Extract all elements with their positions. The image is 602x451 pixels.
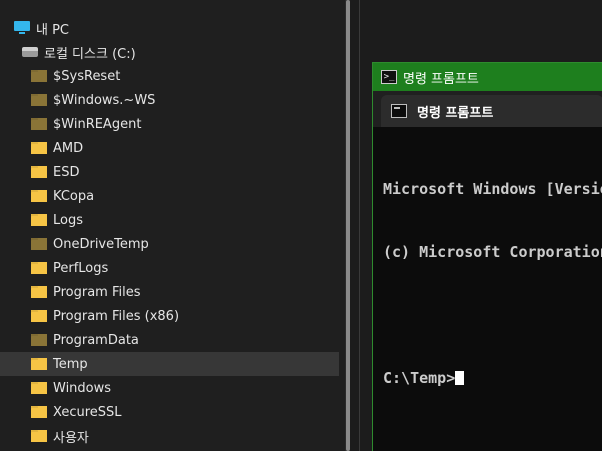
tree-item-folder[interactable]: Logs — [0, 208, 339, 232]
pane-divider — [359, 0, 360, 451]
tree-item-label: 내 PC — [36, 22, 70, 38]
tree-item-label: 로컬 디스크 (C:) — [44, 46, 136, 62]
computer-icon — [14, 21, 30, 35]
folder-icon — [31, 94, 47, 106]
terminal-line: Microsoft Windows [Version — [383, 180, 602, 198]
folder-icon — [31, 358, 47, 370]
tree-item-label: ProgramData — [53, 332, 139, 348]
folder-icon — [31, 142, 47, 154]
terminal-line: (c) Microsoft Corporation — [383, 243, 602, 261]
tree-item-folder[interactable]: OneDriveTemp — [0, 232, 339, 256]
terminal-output[interactable]: Microsoft Windows [Version (c) Microsoft… — [383, 137, 602, 447]
folder-icon — [31, 118, 47, 130]
folder-icon — [31, 190, 47, 202]
tree-item-label: ESD — [53, 164, 80, 180]
tree-item-label: PerfLogs — [53, 260, 109, 276]
tree-item-folder[interactable]: XecureSSL — [0, 400, 339, 424]
window-title-bar[interactable]: >_ 명령 프롬프트 — [373, 63, 602, 91]
tree-item-label: AMD — [53, 140, 84, 156]
window-title: 명령 프롬프트 — [403, 71, 479, 87]
tree-item-folder[interactable]: Program Files — [0, 280, 339, 304]
folder-icon — [31, 238, 47, 250]
command-prompt-window[interactable]: >_ 명령 프롬프트 명령 프롬프트 Microsoft Windows [Ve… — [372, 62, 602, 451]
tab-command-prompt[interactable]: 명령 프롬프트 — [381, 95, 602, 127]
folder-icon — [31, 286, 47, 298]
folder-icon — [31, 70, 47, 82]
tab-strip: 명령 프롬프트 — [373, 91, 602, 127]
navigation-pane: 내 PC 로컬 디스크 (C:) $SysReset $Windows.~WS $W… — [0, 0, 346, 451]
folder-icon — [31, 166, 47, 178]
tree-item-folder[interactable]: Windows — [0, 376, 339, 400]
tree-item-label: Windows — [53, 380, 112, 396]
folder-icon — [31, 406, 47, 418]
tree-item-folder[interactable]: KCopa — [0, 184, 339, 208]
tree-item-label: $Windows.~WS — [53, 92, 156, 108]
tree-item-label: 사용자 — [53, 430, 89, 446]
tree-item-label: OneDriveTemp — [53, 236, 149, 252]
folder-icon — [31, 214, 47, 226]
tree-item-label: Logs — [53, 212, 83, 228]
tree-item-label: XecureSSL — [53, 404, 122, 420]
tree-item-folder[interactable]: AMD — [0, 136, 339, 160]
terminal-app-icon: >_ — [381, 70, 397, 84]
desktop-area — [360, 0, 602, 60]
tree-item-label: Program Files — [53, 284, 141, 300]
tree-item-label: $WinREAgent — [53, 116, 142, 132]
folder-icon — [31, 430, 47, 442]
tree-item-folder[interactable]: $SysReset — [0, 64, 339, 88]
tree-item-folder[interactable]: Temp — [0, 352, 339, 376]
terminal-prompt: C:\Temp> — [383, 369, 456, 387]
tree-item-folder[interactable]: ProgramData — [0, 328, 339, 352]
tree-item-label: Temp — [53, 356, 88, 372]
folder-icon — [31, 310, 47, 322]
tree-item-label: $SysReset — [53, 68, 121, 84]
folder-icon — [31, 262, 47, 274]
tree-item-label: KCopa — [53, 188, 95, 204]
tree-item-folder[interactable]: $WinREAgent — [0, 112, 339, 136]
text-cursor — [455, 371, 465, 385]
tree-item-label: Program Files (x86) — [53, 308, 180, 324]
tree-item-folder[interactable]: ESD — [0, 160, 339, 184]
tree-item-this-pc[interactable]: 내 PC — [0, 16, 339, 40]
folder-icon — [31, 334, 47, 346]
folder-icon — [31, 382, 47, 394]
tab-label: 명령 프롬프트 — [417, 105, 494, 121]
drive-icon — [22, 47, 38, 57]
tree-item-folder[interactable]: Program Files (x86) — [0, 304, 339, 328]
tree-item-local-disk[interactable]: 로컬 디스크 (C:) — [0, 40, 339, 64]
tree-item-folder[interactable]: PerfLogs — [0, 256, 339, 280]
tree-item-folder[interactable]: 사용자 — [0, 424, 339, 448]
terminal-prompt-line: C:\Temp> — [383, 368, 602, 389]
cmd-icon — [391, 104, 407, 118]
tree-item-folder[interactable]: $Windows.~WS — [0, 88, 339, 112]
